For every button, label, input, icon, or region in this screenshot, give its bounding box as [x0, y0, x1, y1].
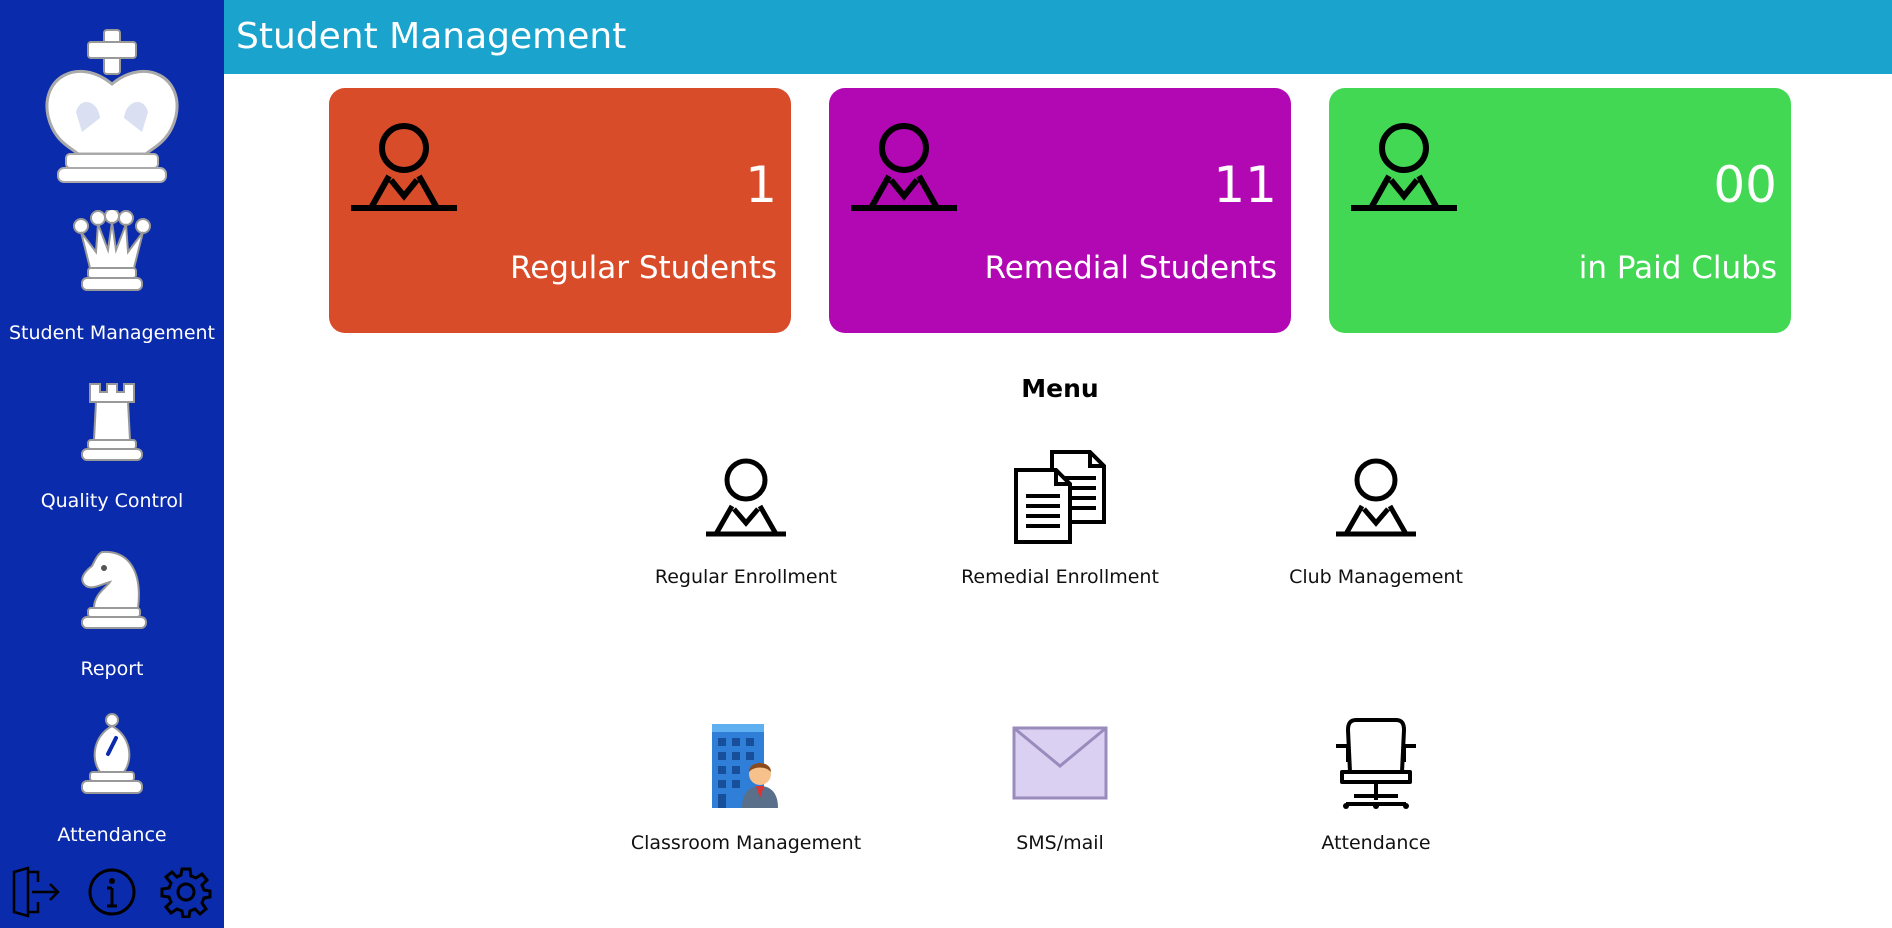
stat-card-regular-students[interactable]: 1 Regular Students: [329, 88, 791, 333]
menu-title: Menu: [1021, 374, 1099, 403]
settings-icon[interactable]: [160, 866, 212, 918]
menu-item-club-management[interactable]: Club Management: [1256, 450, 1496, 600]
sidebar-item-label: Student Management: [9, 322, 215, 344]
menu-item-attendance[interactable]: Attendance: [1256, 716, 1496, 866]
office-chair-icon: [1336, 718, 1416, 809]
menu-item-label: Attendance: [1321, 832, 1431, 854]
sidebar-item-quality-control[interactable]: Quality Control: [0, 378, 224, 518]
menu-item-remedial-enrollment[interactable]: Remedial Enrollment: [940, 450, 1180, 600]
person-icon: [351, 123, 457, 211]
sidebar-item-label: Report: [80, 658, 144, 680]
sidebar-item-attendance[interactable]: Attendance: [0, 712, 224, 852]
info-icon[interactable]: [86, 866, 138, 918]
stat-label: in Paid Clubs: [1578, 250, 1777, 286]
chess-rook-icon: [81, 383, 143, 461]
stat-label: Remedial Students: [984, 250, 1277, 286]
stat-count: 11: [1213, 156, 1277, 214]
header-bar: Student Management: [224, 0, 1892, 74]
sidebar-item-report[interactable]: Report: [0, 546, 224, 686]
sidebar: Student Management Quality Control Repor…: [0, 0, 224, 928]
office-building-icon: [712, 724, 778, 808]
envelope-icon: [1012, 726, 1108, 800]
person-icon: [706, 458, 786, 537]
person-icon: [1351, 123, 1457, 211]
menu-item-label: SMS/mail: [1016, 832, 1104, 854]
chess-bishop-icon: [81, 713, 143, 794]
menu-item-sms-mail[interactable]: SMS/mail: [940, 716, 1180, 866]
menu-item-regular-enrollment[interactable]: Regular Enrollment: [626, 450, 866, 600]
page-title: Student Management: [236, 16, 627, 57]
sidebar-item-label: Attendance: [57, 824, 167, 846]
menu-item-classroom-management[interactable]: Classroom Management: [626, 716, 866, 866]
person-icon: [851, 123, 957, 211]
stat-label: Regular Students: [510, 250, 777, 286]
menu-item-label: Classroom Management: [630, 832, 862, 854]
stat-card-paid-clubs[interactable]: 00 in Paid Clubs: [1329, 88, 1791, 333]
stat-card-remedial-students[interactable]: 11 Remedial Students: [829, 88, 1291, 333]
chess-king-icon: [45, 29, 179, 183]
person-icon: [1336, 458, 1416, 537]
stat-count: 00: [1713, 156, 1777, 214]
menu-item-label: Regular Enrollment: [654, 566, 838, 588]
logout-icon[interactable]: [10, 866, 62, 918]
sidebar-item-label: Quality Control: [40, 490, 184, 512]
documents-icon: [1014, 450, 1106, 544]
stat-count: 1: [745, 156, 777, 214]
menu-item-label: Club Management: [1289, 566, 1463, 588]
sidebar-item-student-management[interactable]: Student Management: [0, 210, 224, 350]
chess-queen-icon: [73, 210, 151, 291]
chess-knight-icon: [81, 550, 147, 629]
menu-item-label: Remedial Enrollment: [961, 566, 1159, 588]
